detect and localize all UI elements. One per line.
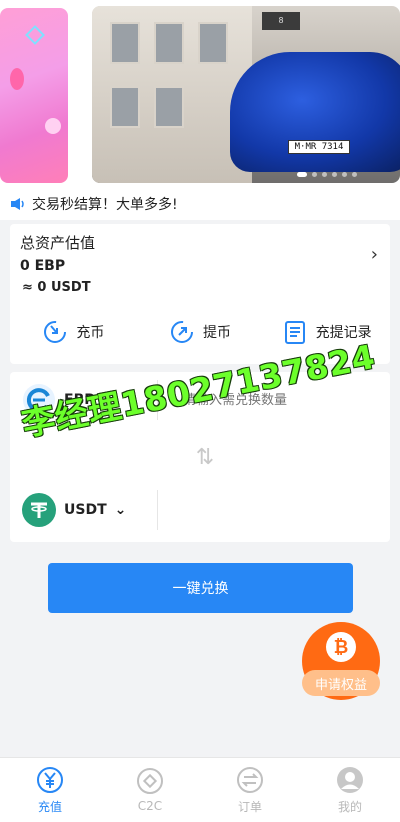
swap-arrows-icon[interactable]: ⇅ — [190, 442, 220, 472]
deposit-label: 充币 — [76, 325, 105, 341]
banner-building — [92, 6, 252, 183]
chevron-right-icon[interactable]: › — [371, 244, 378, 265]
tab-orders[interactable]: 订单 — [200, 758, 300, 822]
bitcoin-icon: ₿ — [326, 632, 356, 662]
tab-mine[interactable]: 我的 — [300, 758, 400, 822]
banner-slide-prev[interactable] — [0, 8, 68, 183]
exchange-to-row: USDT ⌄ — [10, 482, 390, 538]
deposit-icon — [44, 321, 67, 343]
banner-slide-current[interactable]: 8 M·MR 7314 — [92, 6, 400, 183]
user-avatar-icon — [337, 766, 363, 793]
yen-circle-icon — [37, 766, 63, 793]
tab-label: C2C — [137, 799, 163, 813]
benefit-fab-label[interactable]: 申请权益 — [302, 670, 380, 696]
carousel-dot — [352, 172, 357, 177]
tab-recharge[interactable]: 充值 — [0, 758, 100, 822]
to-coin-label: USDT — [64, 502, 107, 518]
notice-text: 交易秒结算！大单多多! — [32, 197, 178, 213]
asset-value-ebp: 0 EBP — [20, 258, 66, 274]
banner-window — [110, 22, 140, 64]
banner-license-plate: M·MR 7314 — [288, 140, 350, 154]
asset-title: 总资产估值 — [20, 234, 96, 252]
tab-label: 我的 — [337, 799, 362, 814]
tab-label: 订单 — [237, 799, 262, 814]
withdraw-icon — [171, 321, 193, 343]
exchange-circle-icon — [237, 766, 263, 793]
to-coin-selector[interactable]: USDT ⌄ — [10, 493, 167, 527]
usdt-logo-icon — [22, 493, 56, 527]
tab-label: 充值 — [37, 799, 62, 814]
banner-window — [110, 86, 140, 128]
chevron-down-icon: ⌄ — [114, 502, 127, 518]
deposit-button[interactable]: 充币 — [10, 310, 137, 354]
bottom-tab-bar: 充值 C2C 订单 我的 — [0, 757, 400, 822]
one-click-exchange-button[interactable]: 一键兑换 — [48, 563, 353, 613]
carousel-dot — [332, 172, 337, 177]
banner-window — [154, 86, 184, 128]
carousel-dot — [342, 172, 347, 177]
carousel-indicator — [297, 172, 357, 177]
withdraw-button[interactable]: 提币 — [137, 310, 264, 354]
row-divider — [157, 490, 158, 530]
withdraw-label: 提币 — [203, 325, 231, 341]
decor-shape — [25, 25, 45, 45]
banner-window — [154, 22, 184, 64]
carousel-dot — [297, 172, 307, 177]
decor-shape — [10, 68, 24, 90]
diamond-circle-icon — [137, 768, 163, 794]
carousel-dot — [312, 172, 317, 177]
asset-value-usdt: ≈ 0 USDT — [22, 280, 91, 295]
banner-store-tag: 8 — [262, 12, 300, 30]
speaker-icon — [10, 197, 32, 211]
carousel-dot — [322, 172, 327, 177]
banner-car — [230, 52, 400, 172]
banner-carousel[interactable]: 8 M·MR 7314 — [0, 0, 400, 188]
banner-window — [198, 22, 228, 64]
tab-c2c[interactable]: C2C — [100, 758, 200, 822]
notice-bar[interactable]: 交易秒结算！大单多多! — [0, 188, 400, 220]
decor-shape — [45, 118, 61, 134]
record-icon — [284, 321, 305, 344]
